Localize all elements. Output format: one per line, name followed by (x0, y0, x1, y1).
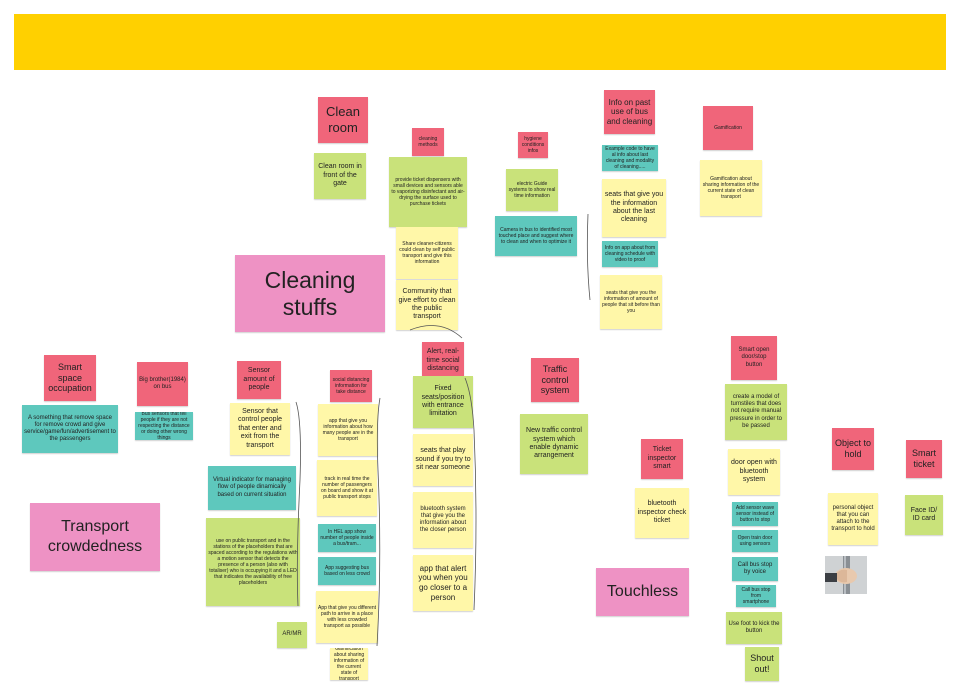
note-smart-ticket[interactable]: Smart ticket (906, 440, 942, 478)
note-use-foot[interactable]: Use foot to kick the button (726, 612, 782, 644)
note-cleaning-methods[interactable]: cleaning methods (412, 128, 444, 156)
note-object-to-hold[interactable]: Object to hold (832, 428, 874, 470)
note-social-distancing[interactable]: social distancing information for take d… (330, 370, 372, 402)
note-add-sensor-wave[interactable]: Add sensor wave sensor instead of button… (732, 502, 778, 526)
note-use-on-public[interactable]: use on public transport and in the stati… (206, 518, 300, 606)
category-cleaning-stuffs[interactable]: Cleaning stuffs (235, 255, 385, 332)
note-bluetooth-inspector[interactable]: bluetooth inspector check ticket (635, 488, 689, 538)
note-electric-guide[interactable]: electric Guide systems to show real time… (506, 169, 558, 211)
note-big-brother[interactable]: Big brother(1984) on bus (137, 362, 188, 406)
note-hygiene-conditions[interactable]: hygiene conditions infos (518, 132, 548, 158)
note-app-alert[interactable]: app that alert you when you go closer to… (413, 555, 473, 611)
sticky-note-board: Clean room Clean room in front of the ga… (0, 0, 960, 693)
note-new-traffic[interactable]: New traffic control system which enable … (520, 414, 588, 474)
note-smart-space[interactable]: Smart space occupation (44, 355, 96, 401)
note-call-bus-phone[interactable]: Call bus stop from smartphone (736, 585, 776, 607)
note-seats-last-cleaning[interactable]: seats that give you the information abou… (602, 179, 666, 237)
note-ticket-dispensers[interactable]: provide ticket dispensers with small dev… (389, 157, 467, 227)
note-hel-app[interactable]: In HEL app show number of people inside … (318, 524, 376, 552)
note-app-suggesting[interactable]: App suggesting bus based on less crowd (318, 557, 376, 585)
note-face-id[interactable]: Face ID/ ID card (905, 495, 943, 535)
note-community[interactable]: Community that give effort to clean the … (396, 280, 458, 330)
note-open-train-door[interactable]: Open train door using sensors (732, 530, 778, 552)
note-remove-space[interactable]: A something that remove space for remove… (22, 405, 118, 453)
note-info-app[interactable]: Info on app about from cleaning schedule… (602, 241, 658, 267)
note-shout-out[interactable]: Shout out! (745, 647, 779, 681)
note-app-different-path[interactable]: App that give you different path to arri… (316, 591, 378, 643)
note-gamification-small[interactable]: Gamification about sharing information o… (330, 648, 368, 680)
note-share-cleaner[interactable]: Share cleaner-citizens could clean by se… (396, 227, 458, 279)
note-model-turnstiles[interactable]: create a model of turnstiles that does n… (725, 384, 787, 440)
note-sensor-control[interactable]: Sensor that control people that enter an… (230, 403, 290, 455)
note-sensor-amount[interactable]: Sensor amount of people (237, 361, 281, 399)
note-clean-room-gate[interactable]: Clean room in front of the gate (314, 153, 366, 199)
note-example-code[interactable]: Example code to have al info about last … (602, 145, 658, 171)
note-alert-realtime[interactable]: Alert, real-time social distancing (422, 342, 464, 380)
note-call-bus-voice[interactable]: Call bus stop by voice (732, 557, 778, 581)
note-camera-bus[interactable]: Camera in bus to identified most touched… (495, 216, 577, 256)
note-big-brother-desc[interactable]: Bus sensors that tell people if they are… (135, 412, 193, 440)
note-ar-mr[interactable]: AR/MR (277, 622, 307, 648)
hand-drawn-connector-lines (295, 213, 591, 647)
note-virtual-indicator[interactable]: Virtual indicator for managing flow of p… (208, 466, 296, 510)
note-bluetooth-system[interactable]: bluetooth system that give you the infor… (413, 492, 473, 548)
note-smart-open-door[interactable]: Smart open door/stop button (731, 336, 777, 380)
note-track-realtime[interactable]: track in real time the number of passeng… (317, 460, 377, 516)
note-info-past-use[interactable]: Info on past use of bus and cleaning (604, 90, 655, 134)
note-clean-room[interactable]: Clean room (318, 97, 368, 143)
category-transport-crowdedness[interactable]: Transport crowdedness (30, 503, 160, 571)
note-gamification[interactable]: Gamification (703, 106, 753, 150)
category-touchless[interactable]: Touchless (596, 568, 689, 616)
note-seats-play-sound[interactable]: seats that play sound if you try to sit … (413, 434, 473, 486)
note-door-bluetooth[interactable]: door open with bluetooth system (728, 449, 780, 495)
note-app-how-many[interactable]: app that give you information about how … (318, 404, 378, 456)
hand-holding-pole-image (825, 556, 867, 594)
note-traffic-control[interactable]: Traffic control system (531, 358, 579, 402)
note-ticket-inspector[interactable]: Ticket inspector smart (641, 439, 683, 479)
note-personal-object[interactable]: personal object that you can attach to t… (828, 493, 878, 545)
note-seats-amount[interactable]: seats that give you the information of a… (600, 275, 662, 329)
note-fixed-seats[interactable]: Fixed seats/position with entrance limit… (413, 376, 473, 428)
note-gamification-info[interactable]: Gamification about sharing information o… (700, 160, 762, 216)
